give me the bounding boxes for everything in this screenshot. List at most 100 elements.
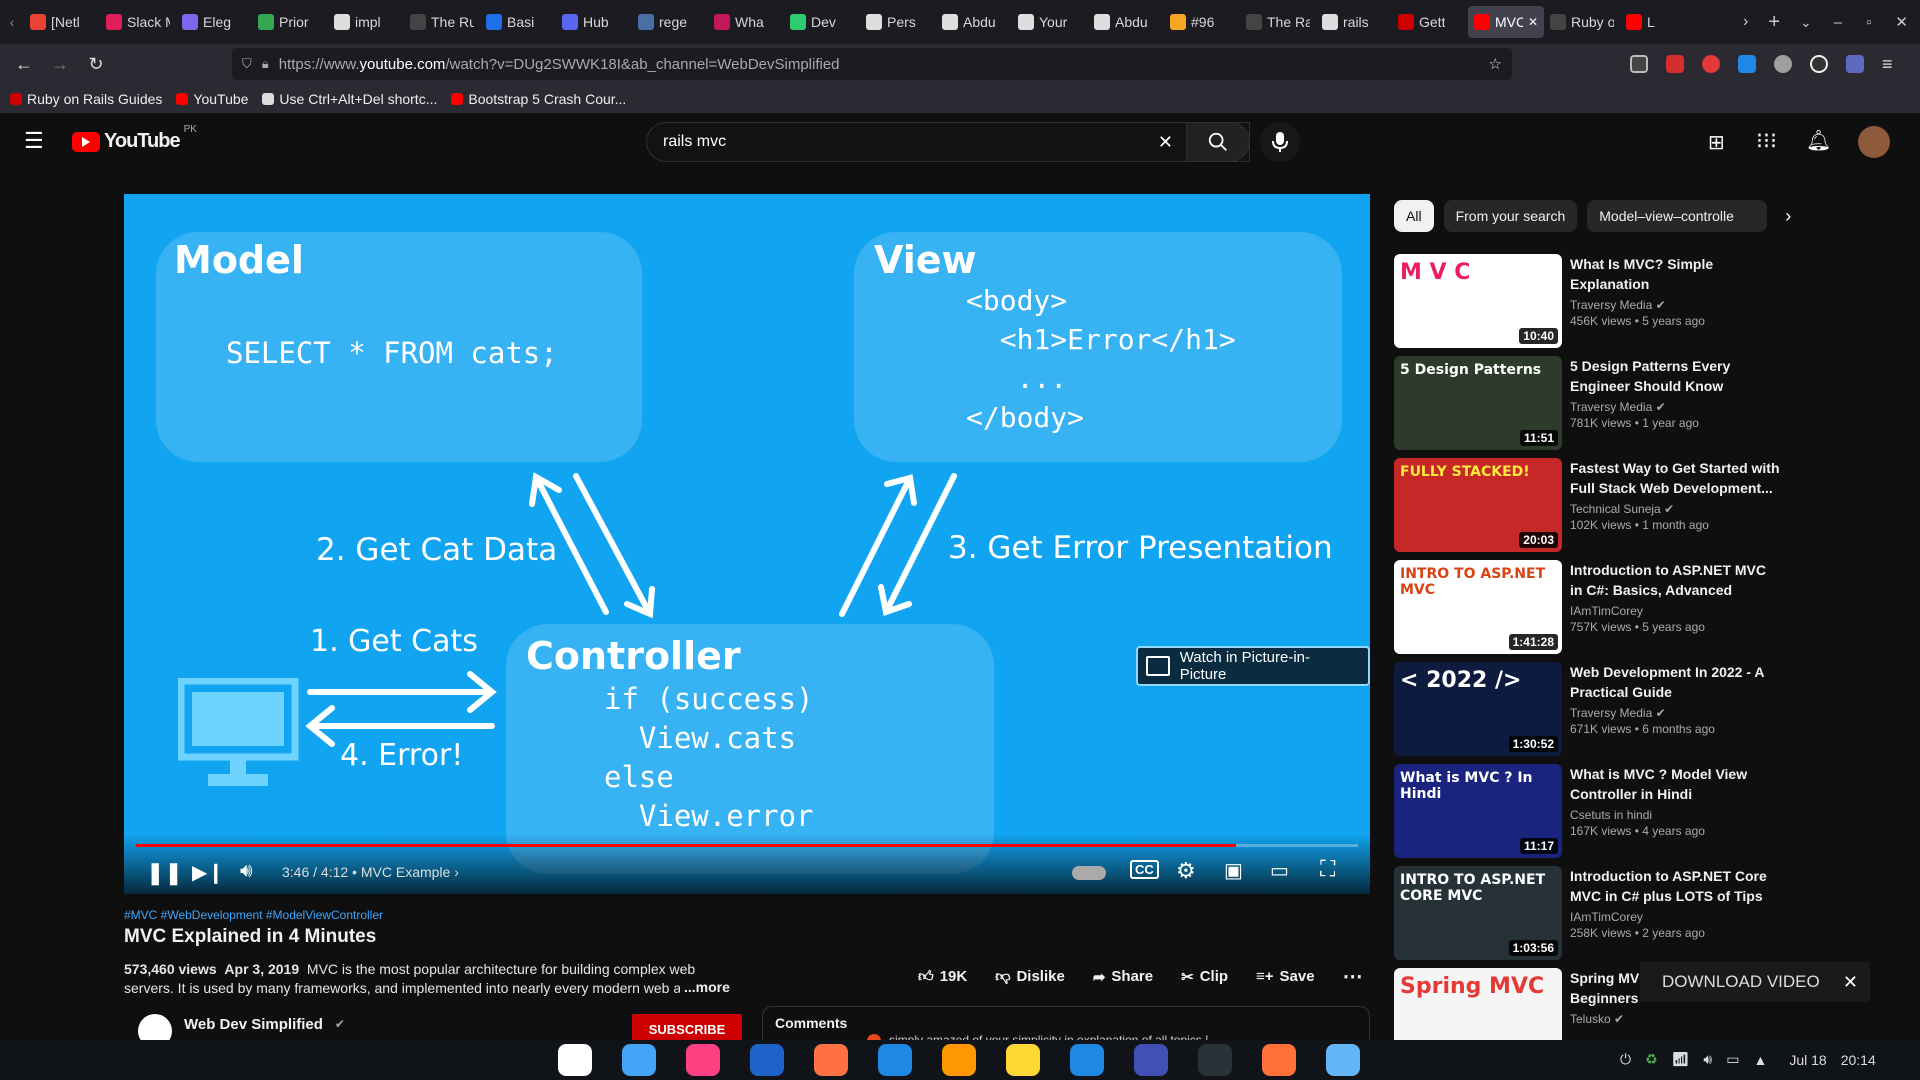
- installer-icon[interactable]: [1326, 1044, 1360, 1076]
- browser-tab[interactable]: Pers: [860, 6, 936, 38]
- notifications-bell-icon[interactable]: 🔔︎: [1806, 128, 1831, 153]
- close-window-icon[interactable]: ✕: [1883, 13, 1920, 31]
- recommendation-title[interactable]: What Is MVC? Simple Explanation: [1570, 254, 1780, 294]
- recommendation-channel[interactable]: IAmTimCorey: [1570, 604, 1780, 618]
- browser-tab[interactable]: rege: [632, 6, 708, 38]
- maximize-icon[interactable]: ▫: [1854, 14, 1883, 31]
- recommendation-channel[interactable]: IAmTimCorey: [1570, 910, 1780, 924]
- close-download-icon[interactable]: ✕: [1843, 972, 1858, 993]
- browser-tab[interactable]: [Netl: [24, 6, 100, 38]
- browser-tab[interactable]: The Rub: [404, 6, 480, 38]
- miniplayer-icon[interactable]: ▣: [1224, 858, 1243, 883]
- search-input[interactable]: rails mvc: [663, 133, 726, 151]
- save-button[interactable]: ≡+ Save: [1256, 968, 1315, 985]
- tab-scroll-left-icon[interactable]: ‹: [0, 14, 24, 30]
- close-tab-icon[interactable]: ✕: [1528, 15, 1538, 29]
- chip-all[interactable]: All: [1394, 200, 1434, 232]
- browser-tab[interactable]: L: [1620, 6, 1696, 38]
- back-icon[interactable]: ←: [6, 54, 42, 75]
- extension-s-icon[interactable]: [1738, 55, 1756, 73]
- browser-tab[interactable]: impl: [328, 6, 404, 38]
- browser-tab[interactable]: Abdu: [1088, 6, 1164, 38]
- recommendation-channel[interactable]: Technical Suneja ✔: [1570, 502, 1780, 516]
- browser-tab[interactable]: #96: [1164, 6, 1240, 38]
- bookmark-item[interactable]: YouTube: [176, 91, 248, 107]
- store-icon[interactable]: [814, 1044, 848, 1076]
- search-button[interactable]: [1186, 122, 1250, 162]
- tray-app-icon[interactable]: ♻: [1645, 1051, 1658, 1068]
- mail-icon[interactable]: [622, 1044, 656, 1076]
- browser-tab[interactable]: Eleg: [176, 6, 252, 38]
- like-button[interactable]: 👍︎ 19K: [918, 968, 967, 986]
- browser-tab[interactable]: Your: [1012, 6, 1088, 38]
- browser-tab[interactable]: The Rail: [1240, 6, 1316, 38]
- firefox-icon[interactable]: [1262, 1044, 1296, 1076]
- taskbar-time[interactable]: 20:14: [1841, 1052, 1876, 1068]
- apps-grid-icon[interactable]: ⁝⁝⁝: [1756, 128, 1777, 154]
- recommendation-channel[interactable]: Csetuts in hindi: [1570, 808, 1780, 822]
- video-thumbnail[interactable]: < 2022 /> 1:30:52: [1394, 662, 1562, 756]
- recommendation-channel[interactable]: Telusko ✔: [1570, 1012, 1780, 1026]
- captions-icon[interactable]: CC: [1130, 860, 1159, 879]
- clear-search-icon[interactable]: ✕: [1158, 132, 1173, 153]
- settings-gear-icon[interactable]: ⚙: [1176, 858, 1196, 884]
- next-video-icon[interactable]: ▶❙: [192, 860, 224, 885]
- recommendation-channel[interactable]: Traversy Media ✔: [1570, 706, 1780, 720]
- vscode-icon[interactable]: [1070, 1044, 1104, 1076]
- bookmark-star-icon[interactable]: ☆: [1489, 55, 1502, 73]
- browser-tab[interactable]: Ruby on: [1544, 6, 1620, 38]
- recommendation-item[interactable]: 5 Design Patterns 11:51 5 Design Pattern…: [1394, 356, 1804, 452]
- download-video-button[interactable]: DOWNLOAD VIDEO ✕: [1640, 962, 1870, 1002]
- browser-tab[interactable]: Basi: [480, 6, 556, 38]
- pocket-icon[interactable]: [1630, 55, 1648, 73]
- files-icon[interactable]: [1006, 1044, 1040, 1076]
- shield-icon[interactable]: ⛉: [242, 56, 252, 72]
- recommendation-item[interactable]: INTRO TO ASP.NET CORE MVC 1:03:56 Introd…: [1394, 866, 1804, 962]
- chip-model-view-controller[interactable]: Model–view–controlle: [1587, 200, 1768, 232]
- video-thumbnail[interactable]: INTRO TO ASP.NET MVC 1:41:28: [1394, 560, 1562, 654]
- url-text[interactable]: https://www.youtube.com/watch?v=DUg2SWWK…: [279, 56, 840, 73]
- autoplay-toggle[interactable]: [1072, 866, 1106, 880]
- voice-search-button[interactable]: [1260, 122, 1300, 162]
- network-icon[interactable]: [1134, 1044, 1168, 1076]
- menu-icon[interactable]: ≡: [1882, 55, 1893, 73]
- video-thumbnail[interactable]: INTRO TO ASP.NET CORE MVC 1:03:56: [1394, 866, 1562, 960]
- bookmark-item[interactable]: Use Ctrl+Alt+Del shortc...: [262, 91, 437, 107]
- avatar[interactable]: [1858, 126, 1890, 158]
- volume-icon[interactable]: 🔊︎: [240, 860, 253, 883]
- word-icon[interactable]: [750, 1044, 784, 1076]
- recommendation-title[interactable]: Introduction to ASP.NET Core MVC in C# p…: [1570, 866, 1780, 906]
- recommendation-item[interactable]: INTRO TO ASP.NET MVC 1:41:28 Introductio…: [1394, 560, 1804, 656]
- create-video-icon[interactable]: ⊞: [1708, 130, 1725, 155]
- video-thumbnail[interactable]: What is MVC ? In Hindi 11:17: [1394, 764, 1562, 858]
- taskview-icon[interactable]: [558, 1044, 592, 1076]
- wifi-icon[interactable]: 📶︎: [1672, 1051, 1690, 1068]
- recommendation-item[interactable]: M V C 10:40 What Is MVC? Simple Explanat…: [1394, 254, 1804, 350]
- tab-list-icon[interactable]: ⌄: [1790, 14, 1822, 31]
- show-more-link[interactable]: ...more: [680, 979, 730, 995]
- recommendation-item[interactable]: < 2022 /> 1:30:52 Web Development In 202…: [1394, 662, 1804, 758]
- new-tab-icon[interactable]: +: [1758, 11, 1790, 34]
- reload-icon[interactable]: ↻: [78, 54, 114, 75]
- progress-bar[interactable]: [136, 844, 1358, 847]
- forward-icon[interactable]: →: [42, 54, 78, 75]
- browser-tab[interactable]: MVC PL ✕: [1468, 6, 1544, 38]
- recommendation-title[interactable]: Web Development In 2022 - A Practical Gu…: [1570, 662, 1780, 702]
- bookmark-item[interactable]: Ruby on Rails Guides: [10, 91, 162, 107]
- video-thumbnail[interactable]: FULLY STACKED! 20:03: [1394, 458, 1562, 552]
- recommendation-title[interactable]: Fastest Way to Get Started with Full Sta…: [1570, 458, 1780, 498]
- volume-tray-icon[interactable]: 🔊︎: [1703, 1051, 1712, 1068]
- address-bar[interactable]: ⛉ 🔒︎ https://www.youtube.com/watch?v=DUg…: [232, 48, 1512, 80]
- browser-tab[interactable]: Gett: [1392, 6, 1468, 38]
- recommendation-title[interactable]: What is MVC ? Model View Controller in H…: [1570, 764, 1780, 804]
- search-box[interactable]: rails mvc ✕: [646, 122, 1250, 162]
- recommendation-channel[interactable]: Traversy Media ✔: [1570, 298, 1780, 312]
- vlc-icon[interactable]: [942, 1044, 976, 1076]
- recommendation-title[interactable]: 5 Design Patterns Every Engineer Should …: [1570, 356, 1780, 396]
- extension-dark-icon[interactable]: [1810, 55, 1828, 73]
- video-thumbnail[interactable]: 5 Design Patterns 11:51: [1394, 356, 1562, 450]
- browser-tab[interactable]: rails: [1316, 6, 1392, 38]
- video-thumbnail[interactable]: M V C 10:40: [1394, 254, 1562, 348]
- pause-icon[interactable]: ❚❚: [146, 860, 183, 886]
- tray-expand-icon[interactable]: ▲: [1753, 1052, 1767, 1068]
